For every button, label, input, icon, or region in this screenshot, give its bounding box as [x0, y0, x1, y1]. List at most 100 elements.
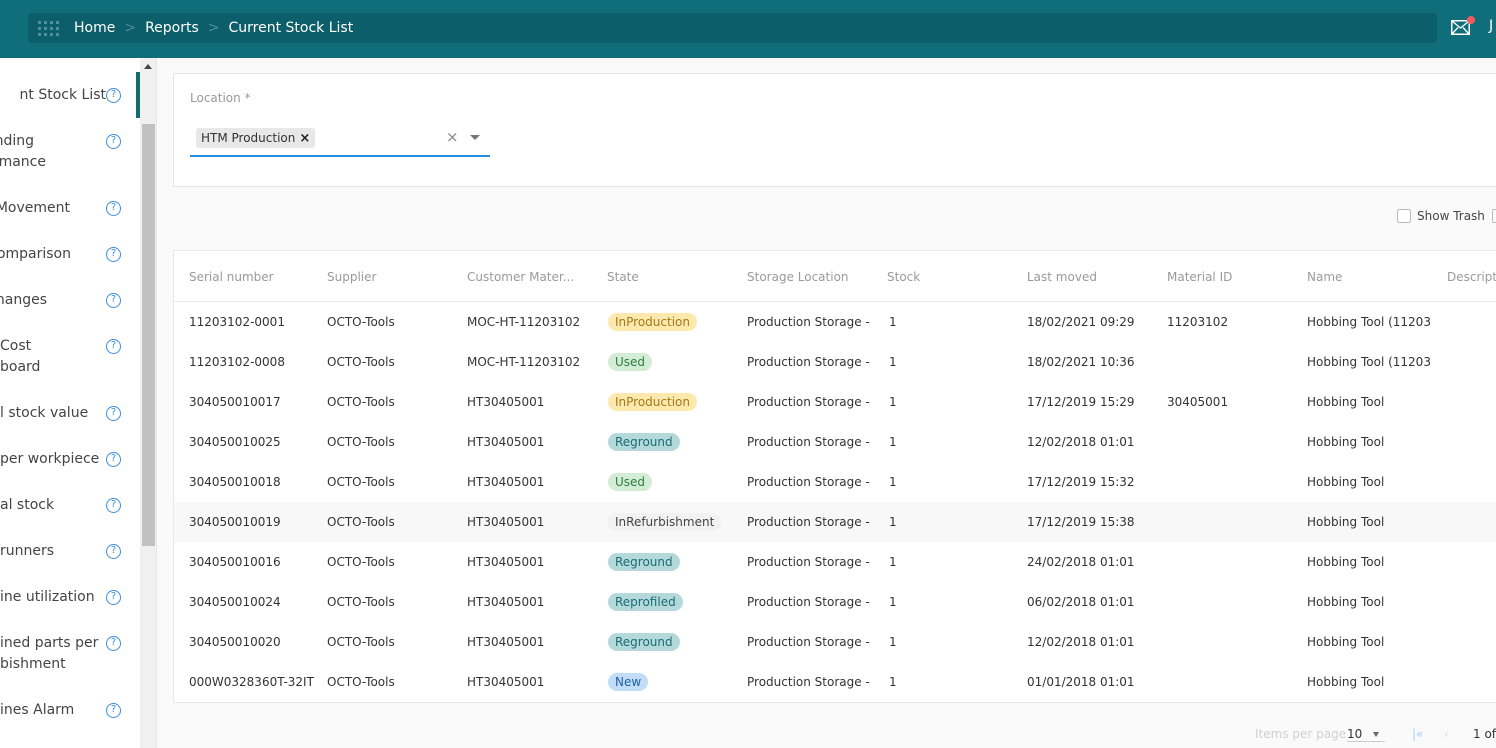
table-row[interactable]: 304050010017 OCTO-Tools HT30405001 InProduc…: [174, 382, 1496, 422]
first-page-icon[interactable]: |«: [1412, 727, 1423, 741]
help-icon[interactable]: ?: [106, 544, 121, 559]
cell-customer-material: HT30405001: [467, 675, 545, 689]
table-header: Serial number Supplier Customer Mater...…: [174, 251, 1496, 302]
column-header-state[interactable]: State: [607, 270, 639, 284]
cell-customer-material: HT30405001: [467, 435, 545, 449]
chevron-right-icon: >: [207, 20, 220, 36]
sidebar-item-label: nt Stock List: [19, 87, 106, 103]
help-icon[interactable]: ?: [106, 88, 121, 103]
cell-serial-number: 304050010018: [189, 475, 281, 489]
table-row[interactable]: 304050010025 OCTO-Tools HT30405001 Reground…: [174, 422, 1496, 462]
table-row[interactable]: 11203102-0008 OCTO-Tools MOC-HT-11203102 Us…: [174, 342, 1496, 382]
cell-name: Hobbing Tool: [1307, 515, 1385, 529]
sidebar-item-label: rmance: [0, 154, 46, 170]
table-row[interactable]: 304050010016 OCTO-Tools HT30405001 Reground…: [174, 542, 1496, 582]
cell-customer-material: HT30405001: [467, 475, 545, 489]
sidebar-item-label: l stock value: [0, 405, 89, 421]
cell-customer-material: MOC-HT-11203102: [467, 315, 581, 329]
location-select[interactable]: HTM Production × ×: [190, 124, 490, 157]
help-icon[interactable]: ?: [106, 703, 121, 718]
table-row[interactable]: 304050010019 OCTO-Tools HT30405001 InRefurb…: [174, 502, 1496, 542]
column-header-name[interactable]: Name: [1307, 270, 1342, 284]
state-badge: Reprofiled: [608, 593, 683, 611]
user-name[interactable]: J: [1489, 18, 1493, 34]
column-header-serial-number[interactable]: Serial number: [189, 270, 274, 284]
location-chip-label: HTM Production: [201, 131, 296, 145]
cell-supplier: OCTO-Tools: [327, 315, 395, 329]
items-per-page-select[interactable]: 10: [1347, 727, 1385, 742]
table-row[interactable]: 304050010018 OCTO-Tools HT30405001 Used Prod…: [174, 462, 1496, 502]
dropdown-caret-icon[interactable]: [1373, 732, 1379, 737]
breadcrumb-home[interactable]: Home: [74, 20, 115, 36]
state-badge: InProduction: [608, 393, 697, 411]
cell-last-moved: 18/02/2021 10:36: [1027, 355, 1135, 369]
state-badge: Reground: [608, 553, 680, 571]
cell-storage-location: Production Storage - Lir: [747, 395, 872, 409]
help-icon[interactable]: ?: [106, 590, 121, 605]
sidebar-item-label: ine utilization: [0, 589, 95, 605]
page-indicator: 1 of: [1473, 727, 1496, 741]
column-header-storage-location[interactable]: Storage Location: [747, 270, 849, 284]
cell-customer-material: MOC-HT-11203102: [467, 355, 581, 369]
apps-grid-icon[interactable]: [38, 20, 60, 36]
clear-selection-icon[interactable]: ×: [446, 128, 459, 146]
cell-supplier: OCTO-Tools: [327, 515, 395, 529]
scrollbar-thumb[interactable]: [142, 124, 155, 546]
extra-checkbox[interactable]: [1492, 209, 1496, 223]
help-icon[interactable]: ?: [106, 498, 121, 513]
column-header-supplier[interactable]: Supplier: [327, 270, 376, 284]
sidebar-scrollbar[interactable]: [140, 58, 157, 748]
stock-table: Serial number Supplier Customer Mater...…: [173, 250, 1496, 703]
show-trash-checkbox[interactable]: [1397, 209, 1411, 223]
column-header-last-moved[interactable]: Last moved: [1027, 270, 1097, 284]
table-row[interactable]: 000W0328360T-32IT OCTO-Tools HT30405001 New…: [174, 662, 1496, 702]
help-icon[interactable]: ?: [106, 134, 121, 149]
cell-serial-number: 11203102-0008: [189, 355, 285, 369]
sidebar-item-label: board: [0, 359, 41, 375]
sidebar-item-label: Comparison: [0, 246, 71, 262]
column-header-stock[interactable]: Stock: [887, 270, 920, 284]
help-icon[interactable]: ?: [106, 636, 121, 651]
cell-name: Hobbing Tool: [1307, 435, 1385, 449]
help-icon[interactable]: ?: [106, 406, 121, 421]
sidebar-item-label: hanges: [0, 292, 47, 308]
table-row[interactable]: 304050010020 OCTO-Tools HT30405001 Reground…: [174, 622, 1496, 662]
column-header-description[interactable]: Descriptio: [1447, 270, 1496, 284]
sidebar-item-label: nding: [0, 133, 34, 149]
sidebar-item-label: runners: [0, 543, 55, 559]
sidebar-item-label: al stock: [0, 497, 55, 513]
help-icon[interactable]: ?: [106, 293, 121, 308]
cell-name: Hobbing Tool: [1307, 675, 1385, 689]
table-row[interactable]: 304050010024 OCTO-Tools HT30405001 Reprofil…: [174, 582, 1496, 622]
cell-last-moved: 12/02/2018 01:01: [1027, 635, 1135, 649]
cell-serial-number: 304050010025: [189, 435, 281, 449]
show-trash-toggle[interactable]: Show Trash: [1397, 209, 1485, 223]
chip-remove-icon[interactable]: ×: [299, 131, 310, 146]
cell-storage-location: Production Storage - Lir: [747, 475, 872, 489]
cell-serial-number: 304050010024: [189, 595, 281, 609]
help-icon[interactable]: ?: [106, 452, 121, 467]
previous-page-icon[interactable]: ‹: [1444, 727, 1449, 741]
breadcrumb-reports[interactable]: Reports: [145, 20, 199, 36]
sidebar-item-label: ines Alarm: [0, 702, 75, 718]
cell-material-id: 11203102: [1167, 315, 1229, 329]
cell-supplier: OCTO-Tools: [327, 635, 395, 649]
help-icon[interactable]: ?: [106, 201, 121, 216]
cell-customer-material: HT30405001: [467, 595, 545, 609]
help-icon[interactable]: ?: [106, 339, 121, 354]
cell-storage-location: Production Storage - Lir: [747, 635, 872, 649]
column-header-customer-material[interactable]: Customer Mater...: [467, 270, 574, 284]
sidebar-item-label: Cost: [0, 338, 32, 354]
filter-panel: Location * HTM Production × ×: [173, 73, 1496, 187]
state-badge: InRefurbishment: [608, 513, 722, 531]
cell-last-moved: 01/01/2018 01:01: [1027, 675, 1135, 689]
scroll-up-arrow-icon[interactable]: [144, 64, 152, 69]
cell-stock: 1: [889, 355, 897, 369]
cell-stock: 1: [889, 475, 897, 489]
column-header-material-id[interactable]: Material ID: [1167, 270, 1232, 284]
table-row[interactable]: 11203102-0001 OCTO-Tools MOC-HT-11203102 In…: [174, 302, 1496, 342]
dropdown-caret-icon[interactable]: [470, 135, 480, 140]
location-label: Location *: [190, 91, 251, 105]
help-icon[interactable]: ?: [106, 247, 121, 262]
items-per-page-label: Items per page: [1255, 727, 1347, 741]
